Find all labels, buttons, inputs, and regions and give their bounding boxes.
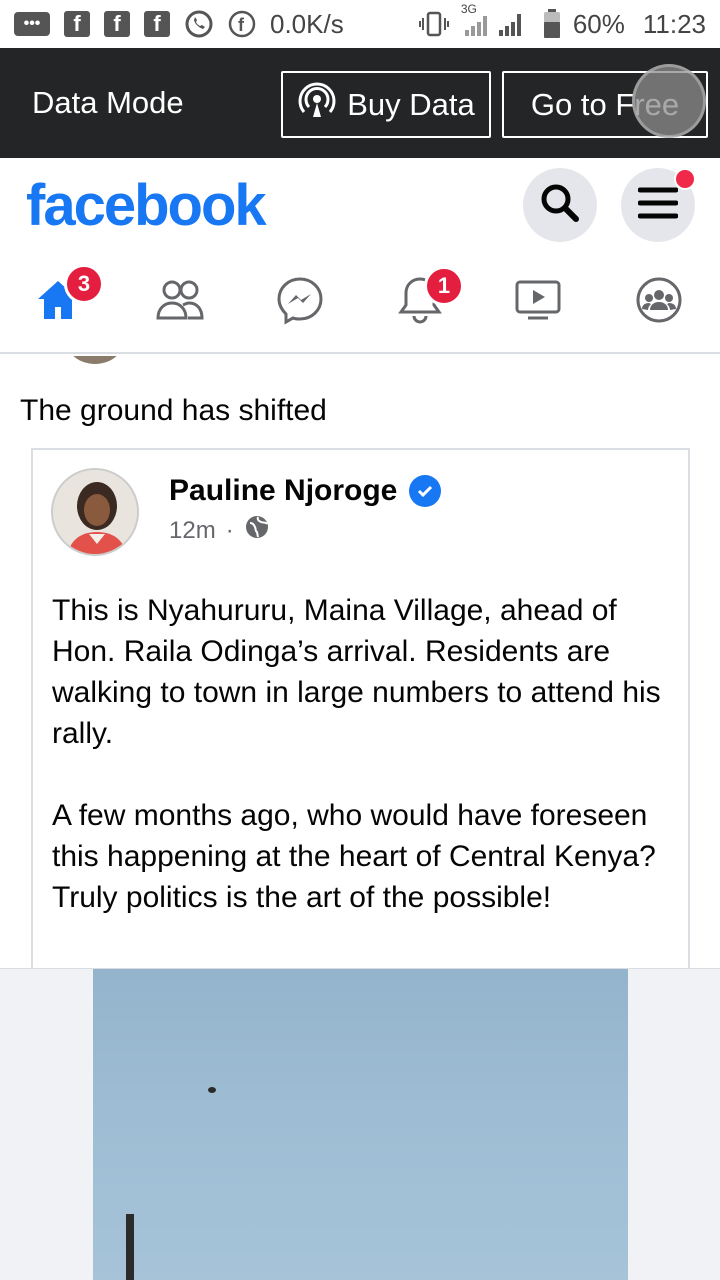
net-speed: 0.0K/s xyxy=(270,8,344,39)
notifications-badge: 1 xyxy=(424,266,464,306)
messages-icon: ••• xyxy=(14,12,50,36)
facebook-circle-icon: f xyxy=(228,10,256,38)
facebook-notification-icon: f xyxy=(104,11,130,37)
facebook-notification-icon: f xyxy=(64,11,90,37)
battery-icon xyxy=(543,9,561,39)
photo-pole xyxy=(126,1214,134,1280)
post-text: The ground has shifted xyxy=(20,394,327,427)
facebook-logo[interactable]: facebook xyxy=(26,172,267,239)
home-badge: 3 xyxy=(64,264,104,304)
post-body: This is Nyahururu, Maina Village, ahead … xyxy=(52,590,672,959)
search-button[interactable] xyxy=(523,168,597,242)
data-mode-label: Data Mode xyxy=(32,85,184,120)
author-line: Pauline Njoroge xyxy=(169,474,442,508)
hamburger-icon xyxy=(637,186,679,225)
broadcast-icon xyxy=(297,81,337,129)
touch-indicator xyxy=(632,64,706,138)
post-photo[interactable] xyxy=(93,969,628,1280)
battery-level: 60% xyxy=(572,8,625,39)
facebook-notification-icon: f xyxy=(144,11,170,37)
network-type: 3G xyxy=(460,2,477,16)
signal-icon: 3G xyxy=(461,2,531,38)
buy-data-label: Buy Data xyxy=(347,86,475,122)
whatsapp-icon xyxy=(184,9,214,39)
messenger-icon xyxy=(275,275,325,330)
svg-text:f: f xyxy=(238,15,245,35)
data-mode-bar: Data Mode Buy Data Go to Free xyxy=(0,48,720,158)
friends-icon xyxy=(155,278,205,327)
tab-messenger[interactable] xyxy=(265,272,335,332)
groups-icon xyxy=(635,276,683,329)
verified-badge-icon xyxy=(409,475,442,507)
nav-tabs: 3 1 xyxy=(0,254,720,354)
app-header: facebook xyxy=(0,158,720,254)
post-paragraph: This is Nyahururu, Maina Village, ahead … xyxy=(52,594,661,750)
previous-post-avatar xyxy=(66,356,124,364)
status-bar: ••• f f f f 0.0K/s 3G 60% 11:23 xyxy=(0,0,720,48)
search-icon xyxy=(539,182,581,229)
vibrate-icon xyxy=(418,11,449,37)
photo-bird xyxy=(208,1087,216,1093)
post-meta: 12m · xyxy=(169,514,270,547)
news-feed[interactable]: The ground has shifted Pauline Njoroge 1… xyxy=(0,356,720,1280)
globe-icon xyxy=(244,514,270,547)
post-photo-container xyxy=(0,968,720,1280)
buy-data-button[interactable]: Buy Data xyxy=(281,71,491,138)
post-paragraph: A few months ago, who would have foresee… xyxy=(52,799,656,914)
post-time[interactable]: 12m xyxy=(169,517,216,545)
tab-watch[interactable] xyxy=(503,272,573,332)
menu-notification-dot xyxy=(674,168,696,190)
shared-post[interactable]: Pauline Njoroge 12m · This is Nyahururu,… xyxy=(31,448,690,1008)
tab-groups[interactable] xyxy=(624,272,694,332)
author-name[interactable]: Pauline Njoroge xyxy=(169,474,397,508)
meta-separator: · xyxy=(225,516,234,544)
tab-friends[interactable] xyxy=(145,272,215,332)
clock: 11:23 xyxy=(642,8,706,39)
video-icon xyxy=(514,278,562,327)
author-avatar[interactable] xyxy=(51,468,139,556)
